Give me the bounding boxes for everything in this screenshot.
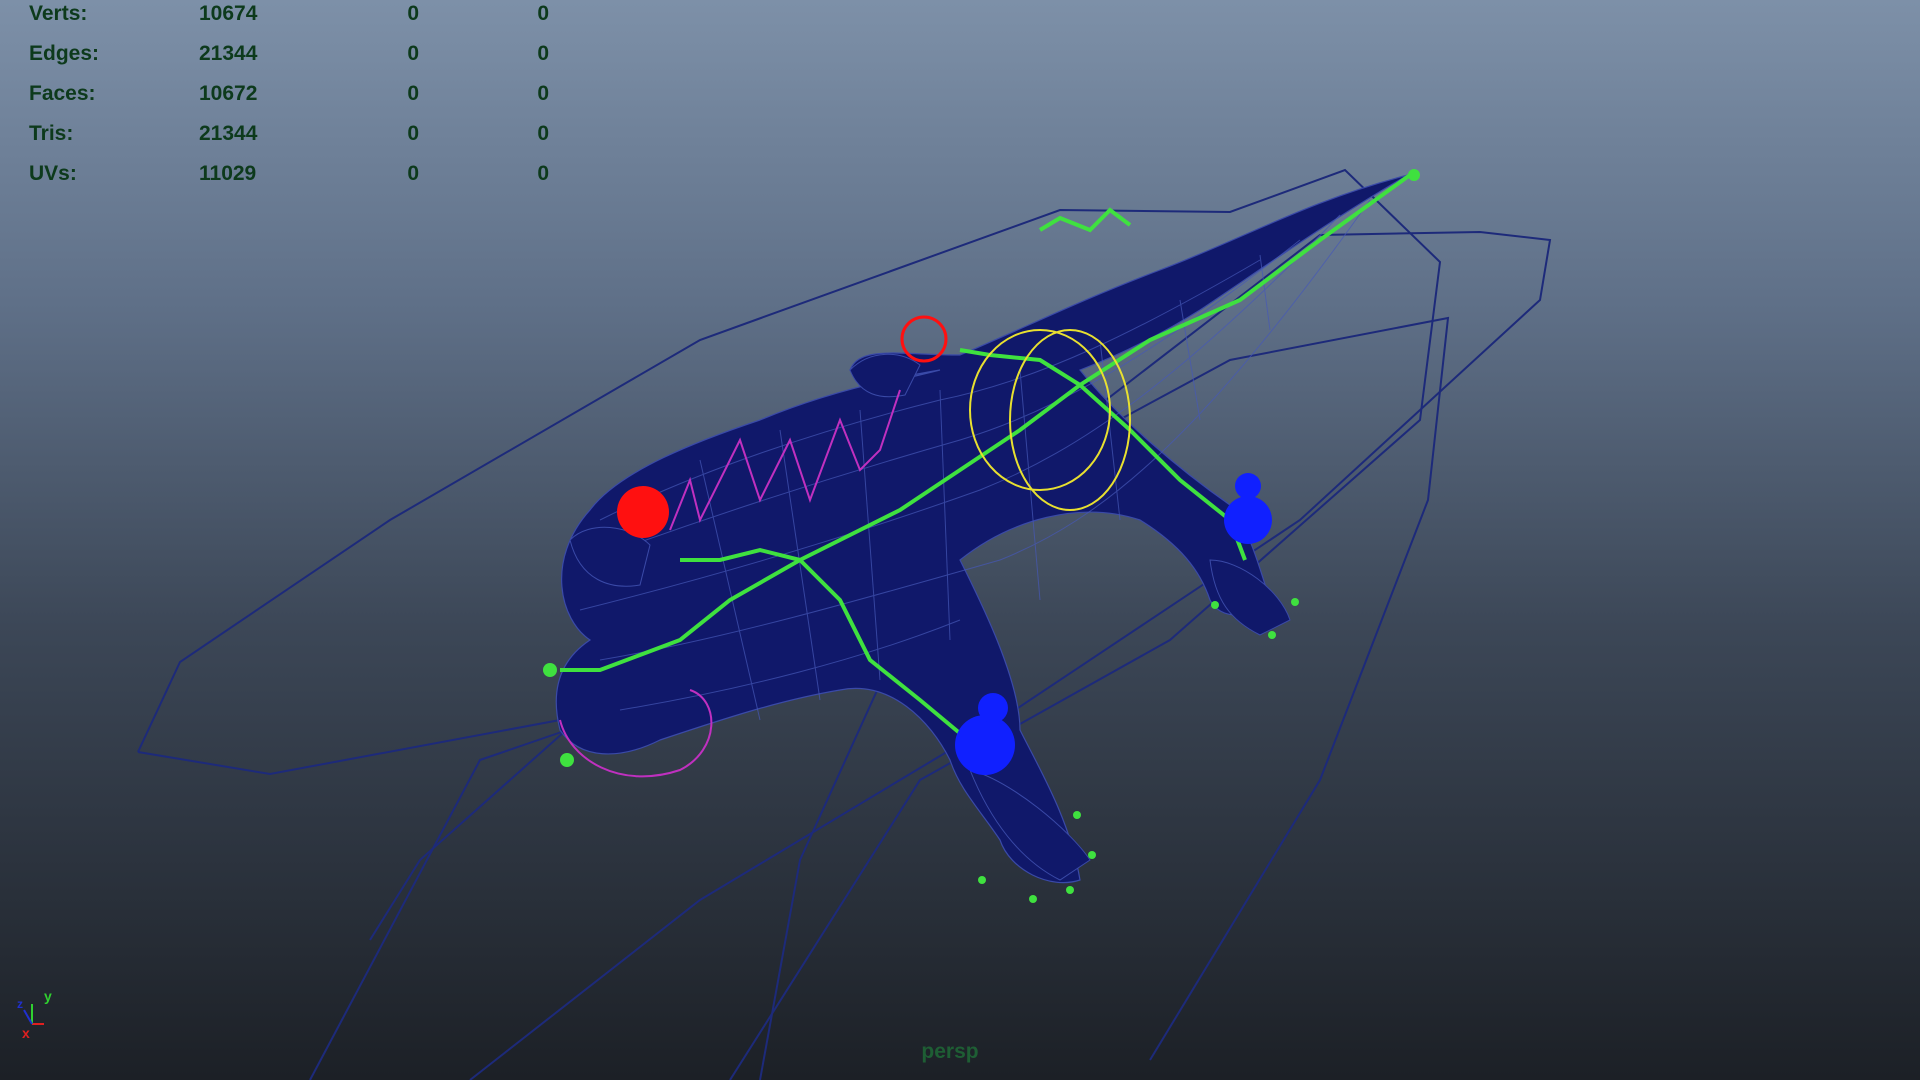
hud-component: 0: [537, 162, 549, 185]
hud-selected: 0: [407, 42, 419, 65]
hud-selected: 0: [407, 122, 419, 145]
hud-label: Faces:: [29, 82, 96, 105]
axis-x-label: x: [22, 1025, 30, 1041]
hud-row-edges: Edges: 21344 0 0: [29, 40, 549, 70]
hud-selected: 0: [407, 82, 419, 105]
hud-row-faces: Faces: 10672 0 0: [29, 80, 549, 110]
hud-total: 21344: [199, 42, 258, 65]
hud-row-tris: Tris: 21344 0 0: [29, 120, 549, 150]
poly-count-hud: Verts: 10674 0 0 Edges: 21344 0 0 Faces:…: [29, 0, 549, 190]
camera-name-label: persp: [921, 1040, 979, 1063]
hud-label: Tris:: [29, 122, 74, 145]
hud-selected: 0: [407, 162, 419, 185]
hud-component: 0: [537, 122, 549, 145]
hud-total: 10674: [199, 2, 258, 25]
hud-total: 21344: [199, 122, 258, 145]
hud-row-uvs: UVs: 11029 0 0: [29, 160, 549, 190]
hud-total: 10672: [199, 82, 258, 105]
hud-label: UVs:: [29, 162, 77, 185]
axis-gizmo-icon: y x z: [17, 988, 52, 1041]
hud-label: Edges:: [29, 42, 100, 65]
hud-component: 0: [537, 2, 549, 25]
hud-selected: 0: [407, 2, 419, 25]
hud-total: 11029: [199, 162, 257, 185]
hud-label: Verts:: [29, 2, 88, 25]
axis-y-label: y: [44, 988, 52, 1004]
hud-component: 0: [537, 82, 549, 105]
axis-z-label: z: [17, 997, 23, 1011]
hud-component: 0: [537, 42, 549, 65]
lizard-mesh[interactable]: [555, 174, 1409, 884]
hud-row-verts: Verts: 10674 0 0: [29, 0, 549, 30]
